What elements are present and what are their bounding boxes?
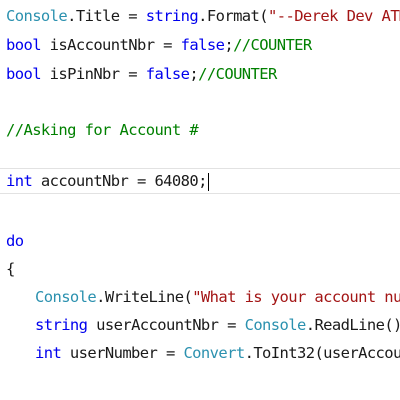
token-keyword: bool [6, 65, 42, 83]
token-comment: //COUNTER [233, 36, 312, 54]
token-identifier: userAccountNbr = [87, 316, 245, 334]
code-line-2[interactable]: bool isAccountNbr = false;//COUNTER [6, 32, 312, 58]
token-member: ReadLine [314, 316, 385, 334]
token-member: WriteLine [104, 288, 184, 306]
token-string: "What is your account number?" [192, 288, 400, 306]
token-punct: ( [183, 288, 193, 306]
code-line-4[interactable]: //Asking for Account # [6, 117, 199, 143]
code-line-6[interactable]: do [6, 228, 24, 254]
code-line-5[interactable]: int accountNbr = 64080; [6, 168, 209, 194]
token-keyword: false [180, 36, 225, 54]
token-identifier: userNumber = [61, 344, 184, 362]
token-punct: ; [224, 36, 234, 54]
token-identifier: isPinNbr = [40, 65, 146, 83]
token-keyword: string [35, 316, 88, 334]
code-line-9[interactable]: string userAccountNbr = Console.ReadLine… [35, 312, 400, 338]
code-line-8[interactable]: Console.WriteLine("What is your account … [35, 284, 400, 310]
token-member: .Format( [198, 7, 268, 25]
token-comment: //Asking for Account # [6, 121, 199, 139]
token-punct: . [96, 288, 105, 306]
token-comment: //COUNTER [198, 65, 277, 83]
token-type: Convert [183, 344, 245, 362]
token-punct: . [244, 344, 254, 362]
token-keyword: int [35, 344, 62, 362]
token-identifier: accountNbr = 64080; [32, 172, 208, 190]
token-member: Title [75, 7, 120, 25]
token-punct: . [67, 7, 76, 25]
token-member: ToInt32 [253, 344, 315, 362]
code-line-1[interactable]: Console.Title = string.Format("--Derek D… [6, 3, 400, 29]
token-keyword: do [6, 232, 24, 250]
token-type: Console [6, 7, 68, 25]
token-punct: ; [189, 65, 199, 83]
code-line-7[interactable]: { [6, 256, 15, 282]
token-keyword: string [145, 7, 199, 25]
code-line-3[interactable]: bool isPinNbr = false;//COUNTER [6, 61, 277, 87]
code-line-10[interactable]: int userNumber = Convert.ToInt32(userAcc… [35, 340, 400, 366]
text-caret [207, 172, 209, 191]
token-type: Console [244, 316, 307, 334]
token-keyword: false [145, 65, 190, 83]
token-keyword: bool [6, 36, 42, 54]
token-brace: { [6, 260, 15, 278]
token-identifier: isAccountNbr = [40, 36, 181, 54]
code-editor[interactable]: Console.Title = string.Format("--Derek D… [0, 0, 400, 400]
token-punct: (); [384, 316, 400, 334]
token-operator: = [119, 7, 146, 25]
token-string: "--Derek Dev ATM-- {0:d}" [268, 7, 400, 25]
token-type: Console [35, 288, 97, 306]
token-punct: (userAccountNbr); [314, 344, 400, 362]
token-keyword: int [6, 172, 33, 190]
